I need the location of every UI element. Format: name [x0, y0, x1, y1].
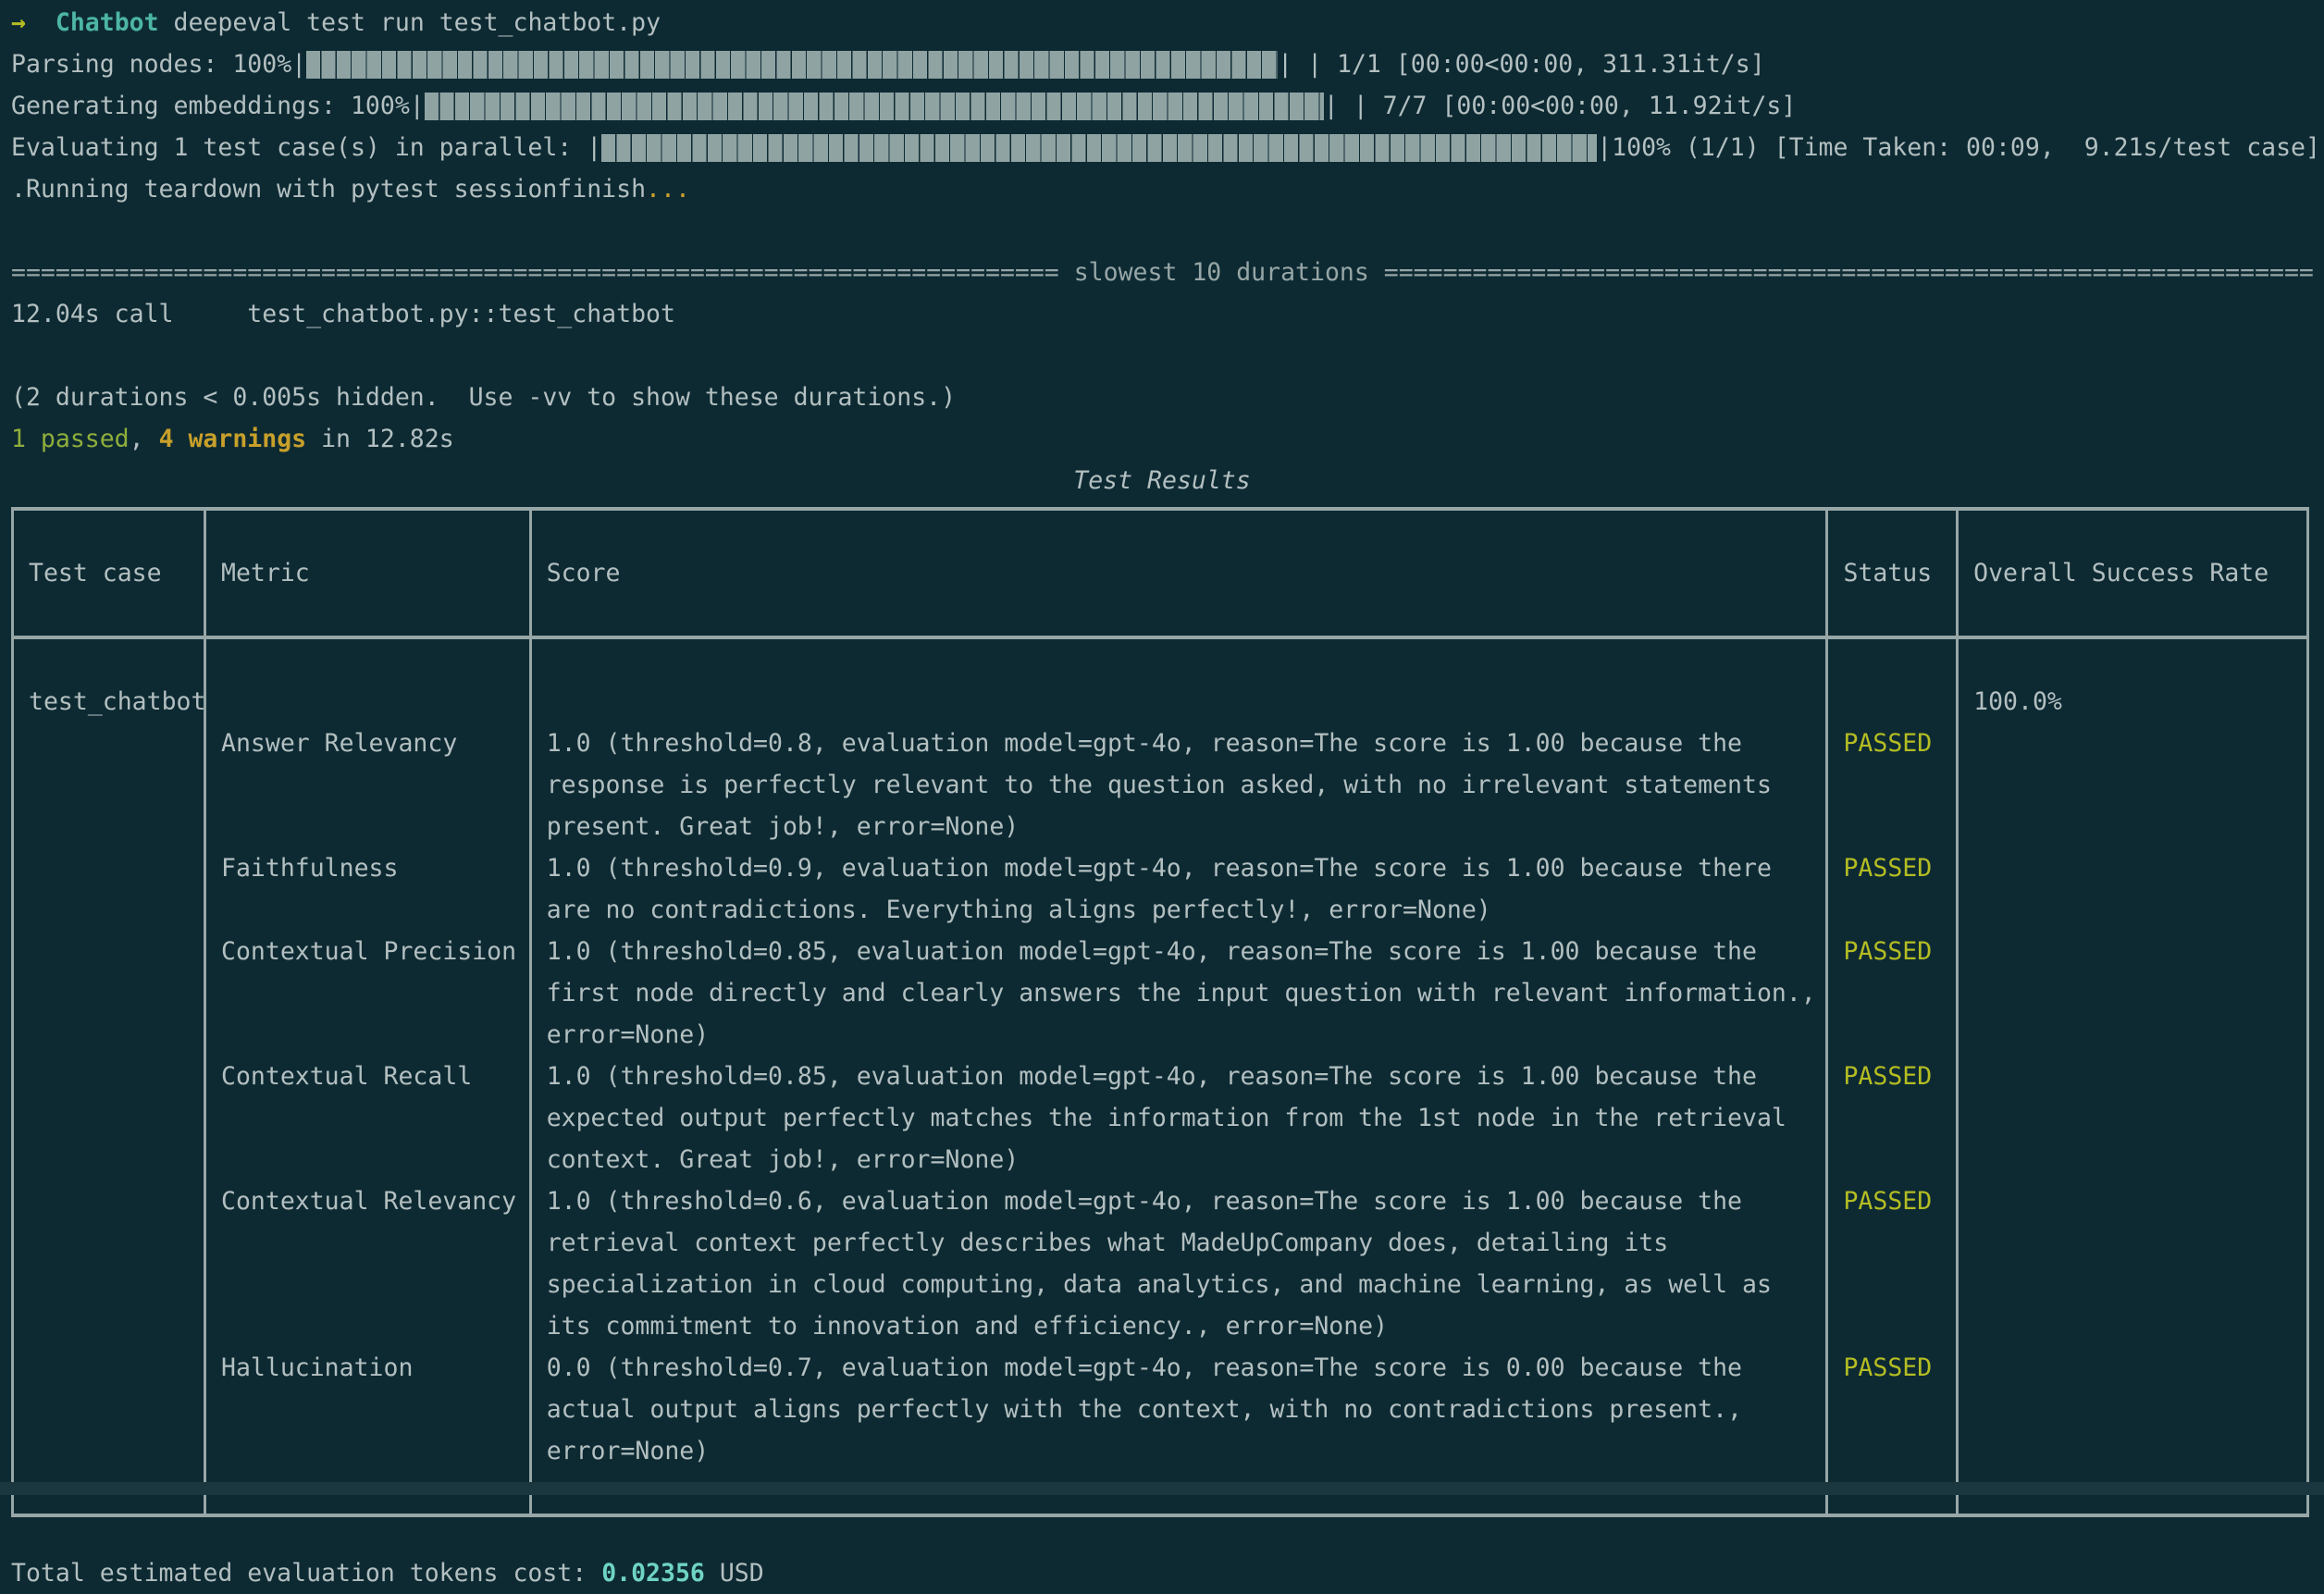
hidden-durations-note: (2 durations < 0.005s hidden. Use -vv to…: [11, 383, 957, 412]
cell-empty: [11, 1347, 204, 1472]
cell-empty: [1956, 1056, 2309, 1180]
progress-percent: 100%: [232, 50, 292, 79]
status-badge: PASSED: [1825, 1056, 1956, 1180]
status-badge: PASSED: [1825, 847, 1956, 931]
table-bottom-rule: [11, 1514, 2309, 1517]
progress-bar-fill: [601, 133, 1598, 162]
cell-empty: [1956, 1180, 2309, 1347]
table-header-row: Test case Metric Score Status Overall Su…: [11, 511, 2309, 636]
terminal-window: → Chatbot deepeval test run test_chatbot…: [0, 0, 2324, 1588]
terminal-status-bar: [0, 1482, 2324, 1495]
progress-stats-text: | 1/1 [00:00<00:00, 311.31it/s]: [1307, 50, 1765, 79]
cell-empty: [1956, 639, 2309, 681]
cell-metric-name: Faithfulness: [204, 847, 529, 931]
progress-percent: 100%: [350, 92, 410, 120]
table-row: test_chatbot 100.0%: [11, 681, 2309, 723]
cell-empty: [204, 639, 529, 681]
progress-label: Evaluating 1 test case(s) in parallel:: [11, 133, 573, 162]
durations-separator-right: ========================================…: [1383, 258, 2313, 287]
teardown-line: .Running teardown with pytest sessionfin…: [11, 168, 2313, 210]
cell-metric-name: Contextual Recall: [204, 1056, 529, 1180]
progress-row-parsing-nodes: Parsing nodes: 100% | | | 1/1 [00:00<00:00…: [11, 43, 2313, 85]
cell-metric-name: Hallucination: [204, 1347, 529, 1472]
summary-warnings: 4 warnings: [158, 425, 307, 453]
teardown-text: .Running teardown with pytest sessionfin…: [11, 175, 647, 204]
cost-currency: USD: [704, 1559, 764, 1588]
cell-score-detail: 1.0 (threshold=0.6, evaluation model=gpt…: [528, 1180, 1826, 1347]
cell-empty: [11, 1056, 204, 1180]
cell-test-case-name: test_chatbot: [11, 681, 205, 723]
column-header-status: Status: [1825, 511, 1956, 636]
progress-row-evaluating: Evaluating 1 test case(s) in parallel: |…: [11, 127, 2320, 168]
durations-header-label: slowest 10 durations: [1073, 258, 1369, 287]
summary-passed: 1 passed: [11, 425, 130, 453]
cell-score-detail: 1.0 (threshold=0.9, evaluation model=gpt…: [528, 847, 1826, 931]
status-badge: PASSED: [1825, 1180, 1956, 1347]
table-row: Contextual Relevancy 1.0 (threshold=0.6,…: [11, 1180, 2309, 1347]
column-header-success-rate: Overall Success Rate: [1956, 511, 2309, 636]
cost-value: 0.02356: [601, 1559, 705, 1588]
duration-row: 12.04s call test_chatbot.py::test_chatbo…: [11, 300, 675, 328]
table-spacer-row: [11, 639, 2309, 681]
teardown-ellipsis: ...: [646, 175, 690, 204]
table-row: Contextual Recall 1.0 (threshold=0.85, e…: [11, 1056, 2309, 1180]
cell-empty: [1956, 1347, 2309, 1472]
cell-empty: [11, 931, 204, 1056]
table-row: Hallucination 0.0 (threshold=0.7, evalua…: [11, 1347, 2309, 1472]
cell-empty: [1956, 723, 2309, 847]
progress-stats-text: | 7/7 [00:00<00:00, 11.92it/s]: [1353, 92, 1797, 120]
cell-empty: [528, 681, 1826, 723]
shell-prompt-line: → Chatbot deepeval test run test_chatbot…: [11, 0, 2313, 43]
cell-overall-success-rate: 100.0%: [1956, 681, 2309, 723]
progress-bar-fill: [306, 50, 1279, 79]
status-badge: PASSED: [1825, 931, 1956, 1056]
cell-score-detail: 1.0 (threshold=0.85, evaluation model=gp…: [528, 931, 1826, 1056]
durations-separator-left: ========================================…: [11, 258, 1074, 287]
table-row: Contextual Precision 1.0 (threshold=0.85…: [11, 931, 2309, 1056]
cell-score-detail: 1.0 (threshold=0.8, evaluation model=gpt…: [528, 723, 1826, 847]
results-table: Test case Metric Score Status Overall Su…: [11, 507, 2313, 1517]
cell-empty: [1956, 931, 2309, 1056]
cell-empty: [11, 847, 204, 931]
column-header-metric: Metric: [204, 511, 529, 636]
cell-empty: [1825, 681, 1956, 723]
cost-label: Total estimated evaluation tokens cost:: [11, 1559, 602, 1588]
summary-comma: ,: [129, 425, 159, 453]
cell-metric-name: Answer Relevancy: [204, 723, 529, 847]
cell-empty: [11, 1180, 204, 1347]
cell-score-detail: 0.0 (threshold=0.7, evaluation model=gpt…: [528, 1347, 1826, 1472]
status-badge: PASSED: [1825, 723, 1956, 847]
column-header-score: Score: [528, 511, 1826, 636]
cell-empty: [11, 723, 204, 847]
progress-label: Parsing nodes:: [11, 50, 218, 79]
durations-separator: ========================================…: [11, 252, 2313, 293]
cell-metric-name: Contextual Precision: [204, 931, 529, 1056]
progress-bar-fill: [424, 92, 1324, 120]
cell-empty: [1956, 847, 2309, 931]
cell-score-detail: 1.0 (threshold=0.85, evaluation model=gp…: [528, 1056, 1826, 1180]
cell-empty: [204, 681, 529, 723]
cell-metric-name: Contextual Relevancy: [204, 1180, 529, 1347]
table-row: Faithfulness 1.0 (threshold=0.9, evaluat…: [11, 847, 2309, 931]
results-table-title: Test Results: [1073, 466, 1251, 495]
prompt-command: deepeval test run test_chatbot.py: [173, 8, 661, 37]
test-summary-line: 1 passed, 4 warnings in 12.82s: [11, 418, 2313, 460]
token-cost-line: Total estimated evaluation tokens cost: …: [11, 1552, 2313, 1594]
progress-row-generating-embeddings: Generating embeddings: 100% | | | 7/7 [00:…: [11, 85, 2313, 127]
prompt-cwd: Chatbot: [55, 8, 159, 37]
cell-empty: [528, 639, 1826, 681]
status-badge: PASSED: [1825, 1347, 1956, 1472]
table-row: Answer Relevancy 1.0 (threshold=0.8, eva…: [11, 723, 2309, 847]
summary-duration: in 12.82s: [306, 425, 454, 453]
cell-empty: [11, 639, 204, 681]
progress-label: Generating embeddings:: [11, 92, 336, 120]
progress-stats-text: |100% (1/1) [Time Taken: 00:09, 9.21s/te…: [1597, 133, 2320, 162]
prompt-arrow-icon: →: [11, 8, 26, 37]
cell-empty: [1825, 639, 1956, 681]
column-header-test-case: Test case: [11, 511, 204, 636]
